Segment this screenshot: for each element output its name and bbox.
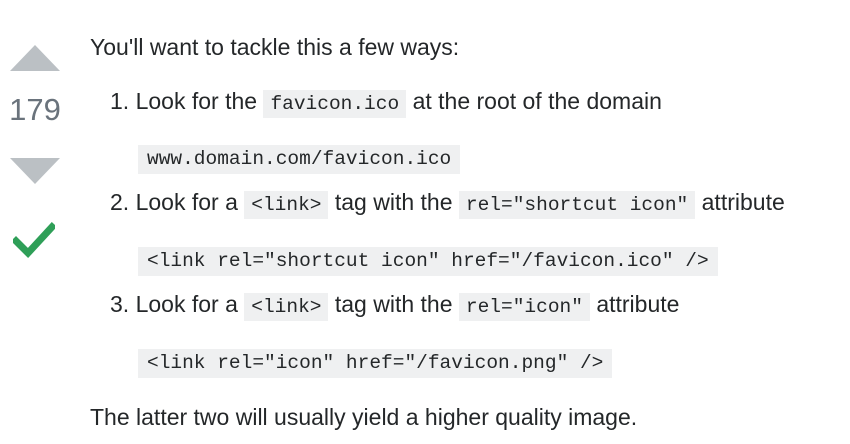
step-text-middle: tag with the <box>334 291 453 317</box>
inline-code: <link> <box>244 191 329 219</box>
code-block: <link rel="shortcut icon" href="/favicon… <box>138 247 718 276</box>
list-number: 2. <box>110 189 130 215</box>
inline-code: rel="icon" <box>458 293 590 321</box>
inline-code: <link> <box>244 293 329 321</box>
step-text-before: Look for a <box>135 291 238 317</box>
code-block: www.domain.com/favicon.ico <box>138 145 461 174</box>
step-text-before: Look for a <box>135 189 238 215</box>
list-item: 2. Look for a <link> tag with the rel="s… <box>110 187 785 220</box>
code-block: <link rel="icon" href="/favicon.png" /> <box>138 349 613 378</box>
step-text-after: attribute <box>701 189 785 215</box>
inline-code: rel="shortcut icon" <box>458 191 696 219</box>
step-text-after: at the root of the domain <box>412 88 662 114</box>
upvote-arrow-icon[interactable] <box>10 45 60 71</box>
accepted-checkmark-icon <box>13 222 55 259</box>
list-number: 3. <box>110 291 130 317</box>
vote-score: 179 <box>9 92 61 127</box>
answer-intro: You'll want to tackle this a few ways: <box>90 34 460 60</box>
step-text-after: attribute <box>596 291 680 317</box>
step-text-before: Look for the <box>135 88 258 114</box>
list-number: 1. <box>110 88 130 114</box>
downvote-arrow-icon[interactable] <box>10 158 60 184</box>
step-text-middle: tag with the <box>334 189 453 215</box>
inline-code: favicon.ico <box>263 90 407 118</box>
list-item: 1. Look for the favicon.ico at the root … <box>110 86 662 119</box>
answer-outro: The latter two will usually yield a high… <box>90 404 638 430</box>
list-item: 3. Look for a <link> tag with the rel="i… <box>110 289 679 322</box>
